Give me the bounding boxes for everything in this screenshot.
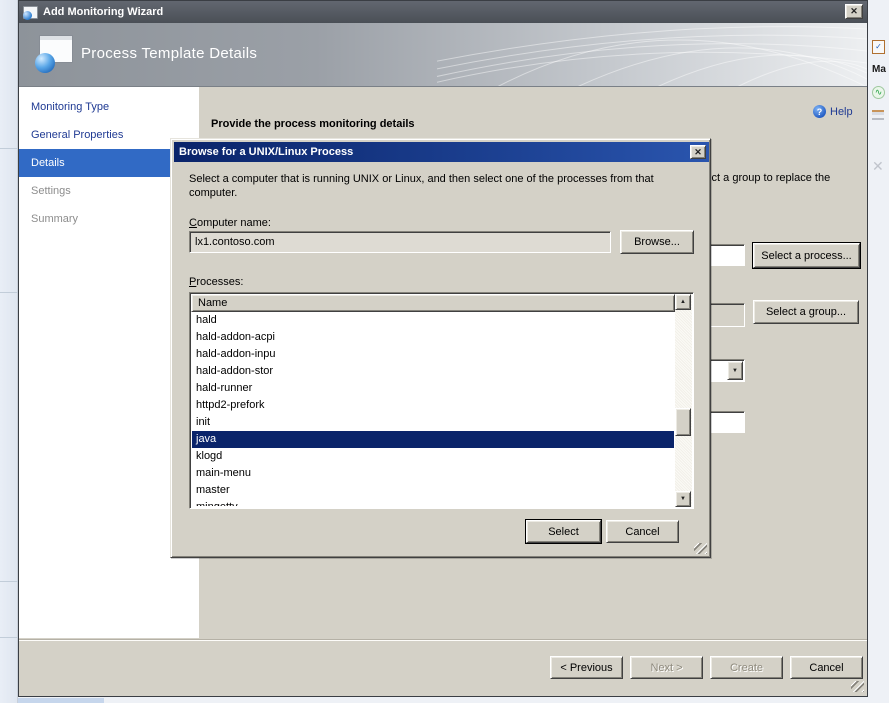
list-item-clipped[interactable]: mingetty bbox=[192, 499, 674, 506]
list-item[interactable]: master bbox=[192, 482, 674, 499]
help-icon: ? bbox=[813, 105, 826, 118]
window-close-icon[interactable]: ✕ bbox=[845, 4, 863, 19]
content-heading: Provide the process monitoring details bbox=[211, 118, 415, 130]
window-title: Add Monitoring Wizard bbox=[43, 6, 163, 18]
page-title: Process Template Details bbox=[81, 45, 257, 62]
divider bbox=[0, 148, 18, 149]
list-item[interactable]: hald-addon-acpi bbox=[192, 329, 674, 346]
wizard-header-banner: Process Template Details bbox=[19, 23, 867, 87]
list-item[interactable]: init bbox=[192, 414, 674, 431]
processes-label: Processes: bbox=[189, 276, 243, 288]
list-lines-icon bbox=[872, 110, 884, 120]
help-link[interactable]: ? Help bbox=[813, 105, 853, 118]
dialog-title: Browse for a UNIX/Linux Process bbox=[179, 146, 353, 158]
list-item[interactable]: klogd bbox=[192, 448, 674, 465]
wizard-cancel-button[interactable]: Cancel bbox=[790, 656, 863, 679]
wizard-titlebar[interactable]: Add Monitoring Wizard ✕ bbox=[19, 1, 867, 23]
screen: ✓ Ma ∿ ✕ Add Monitoring Wizard ✕ bbox=[0, 0, 889, 703]
dialog-cancel-button[interactable]: Cancel bbox=[606, 520, 679, 543]
list-item[interactable]: httpd2-prefork bbox=[192, 397, 674, 414]
list-item[interactable]: hald-addon-inpu bbox=[192, 346, 674, 363]
next-button: Next > bbox=[630, 656, 703, 679]
scroll-up-icon[interactable]: ▲ bbox=[675, 294, 691, 310]
list-item[interactable]: hald-addon-stor bbox=[192, 363, 674, 380]
scrollbar-thumb[interactable] bbox=[675, 408, 691, 436]
dialog-resize-grip[interactable] bbox=[694, 543, 707, 554]
clipped-instruction-text: lect a group to replace the bbox=[703, 172, 873, 184]
browse-process-dialog: Browse for a UNIX/Linux Process ✕ Select… bbox=[170, 138, 711, 558]
scroll-down-icon[interactable]: ▼ bbox=[675, 491, 691, 507]
list-scrollbar[interactable]: ▲ ▼ bbox=[675, 294, 692, 507]
browse-button[interactable]: Browse... bbox=[620, 230, 694, 254]
parent-window-left-edge bbox=[0, 0, 18, 703]
list-item[interactable]: hald bbox=[192, 312, 674, 329]
computer-name-input[interactable]: lx1.contoso.com bbox=[189, 231, 611, 253]
clipboard-check-icon: ✓ bbox=[872, 40, 885, 54]
header-mesh-decoration bbox=[437, 23, 867, 87]
dim-x-icon: ✕ bbox=[872, 158, 884, 175]
taskbar-fragment bbox=[18, 698, 104, 703]
process-rows: hald hald-addon-acpi hald-addon-inpu hal… bbox=[192, 312, 674, 506]
create-button: Create bbox=[710, 656, 783, 679]
list-item[interactable]: hald-runner bbox=[192, 380, 674, 397]
wizard-app-icon bbox=[23, 6, 38, 19]
footer-divider bbox=[19, 639, 867, 641]
dialog-instruction: Select a computer that is running UNIX o… bbox=[189, 172, 697, 200]
edge-clipped-text: Ma bbox=[872, 64, 886, 75]
divider bbox=[0, 637, 18, 638]
process-list: Name hald hald-addon-acpi hald-addon-inp… bbox=[189, 292, 694, 509]
list-column-header-name[interactable]: Name bbox=[191, 294, 675, 312]
parent-window-right-edge: ✓ Ma ∿ ✕ bbox=[869, 0, 889, 703]
select-button[interactable]: Select bbox=[526, 520, 601, 543]
divider bbox=[0, 581, 18, 582]
help-label: Help bbox=[830, 106, 853, 118]
monitor-wave-icon: ∿ bbox=[872, 86, 885, 99]
dialog-close-icon[interactable]: ✕ bbox=[690, 145, 706, 159]
wizard-page-icon bbox=[35, 35, 77, 71]
combo-arrow-icon[interactable]: ▼ bbox=[727, 361, 743, 380]
window-resize-grip[interactable] bbox=[851, 681, 864, 692]
list-item[interactable]: main-menu bbox=[192, 465, 674, 482]
sidebar-item-monitoring-type[interactable]: Monitoring Type bbox=[19, 93, 199, 121]
dialog-titlebar[interactable]: Browse for a UNIX/Linux Process ✕ bbox=[174, 142, 709, 162]
previous-button[interactable]: < Previous bbox=[550, 656, 623, 679]
list-item-selected[interactable]: java bbox=[192, 431, 674, 448]
divider bbox=[0, 292, 18, 293]
select-a-process-button[interactable]: Select a process... bbox=[753, 243, 860, 268]
computer-name-label: Computer name: bbox=[189, 217, 271, 229]
select-a-group-button[interactable]: Select a group... bbox=[753, 300, 859, 324]
